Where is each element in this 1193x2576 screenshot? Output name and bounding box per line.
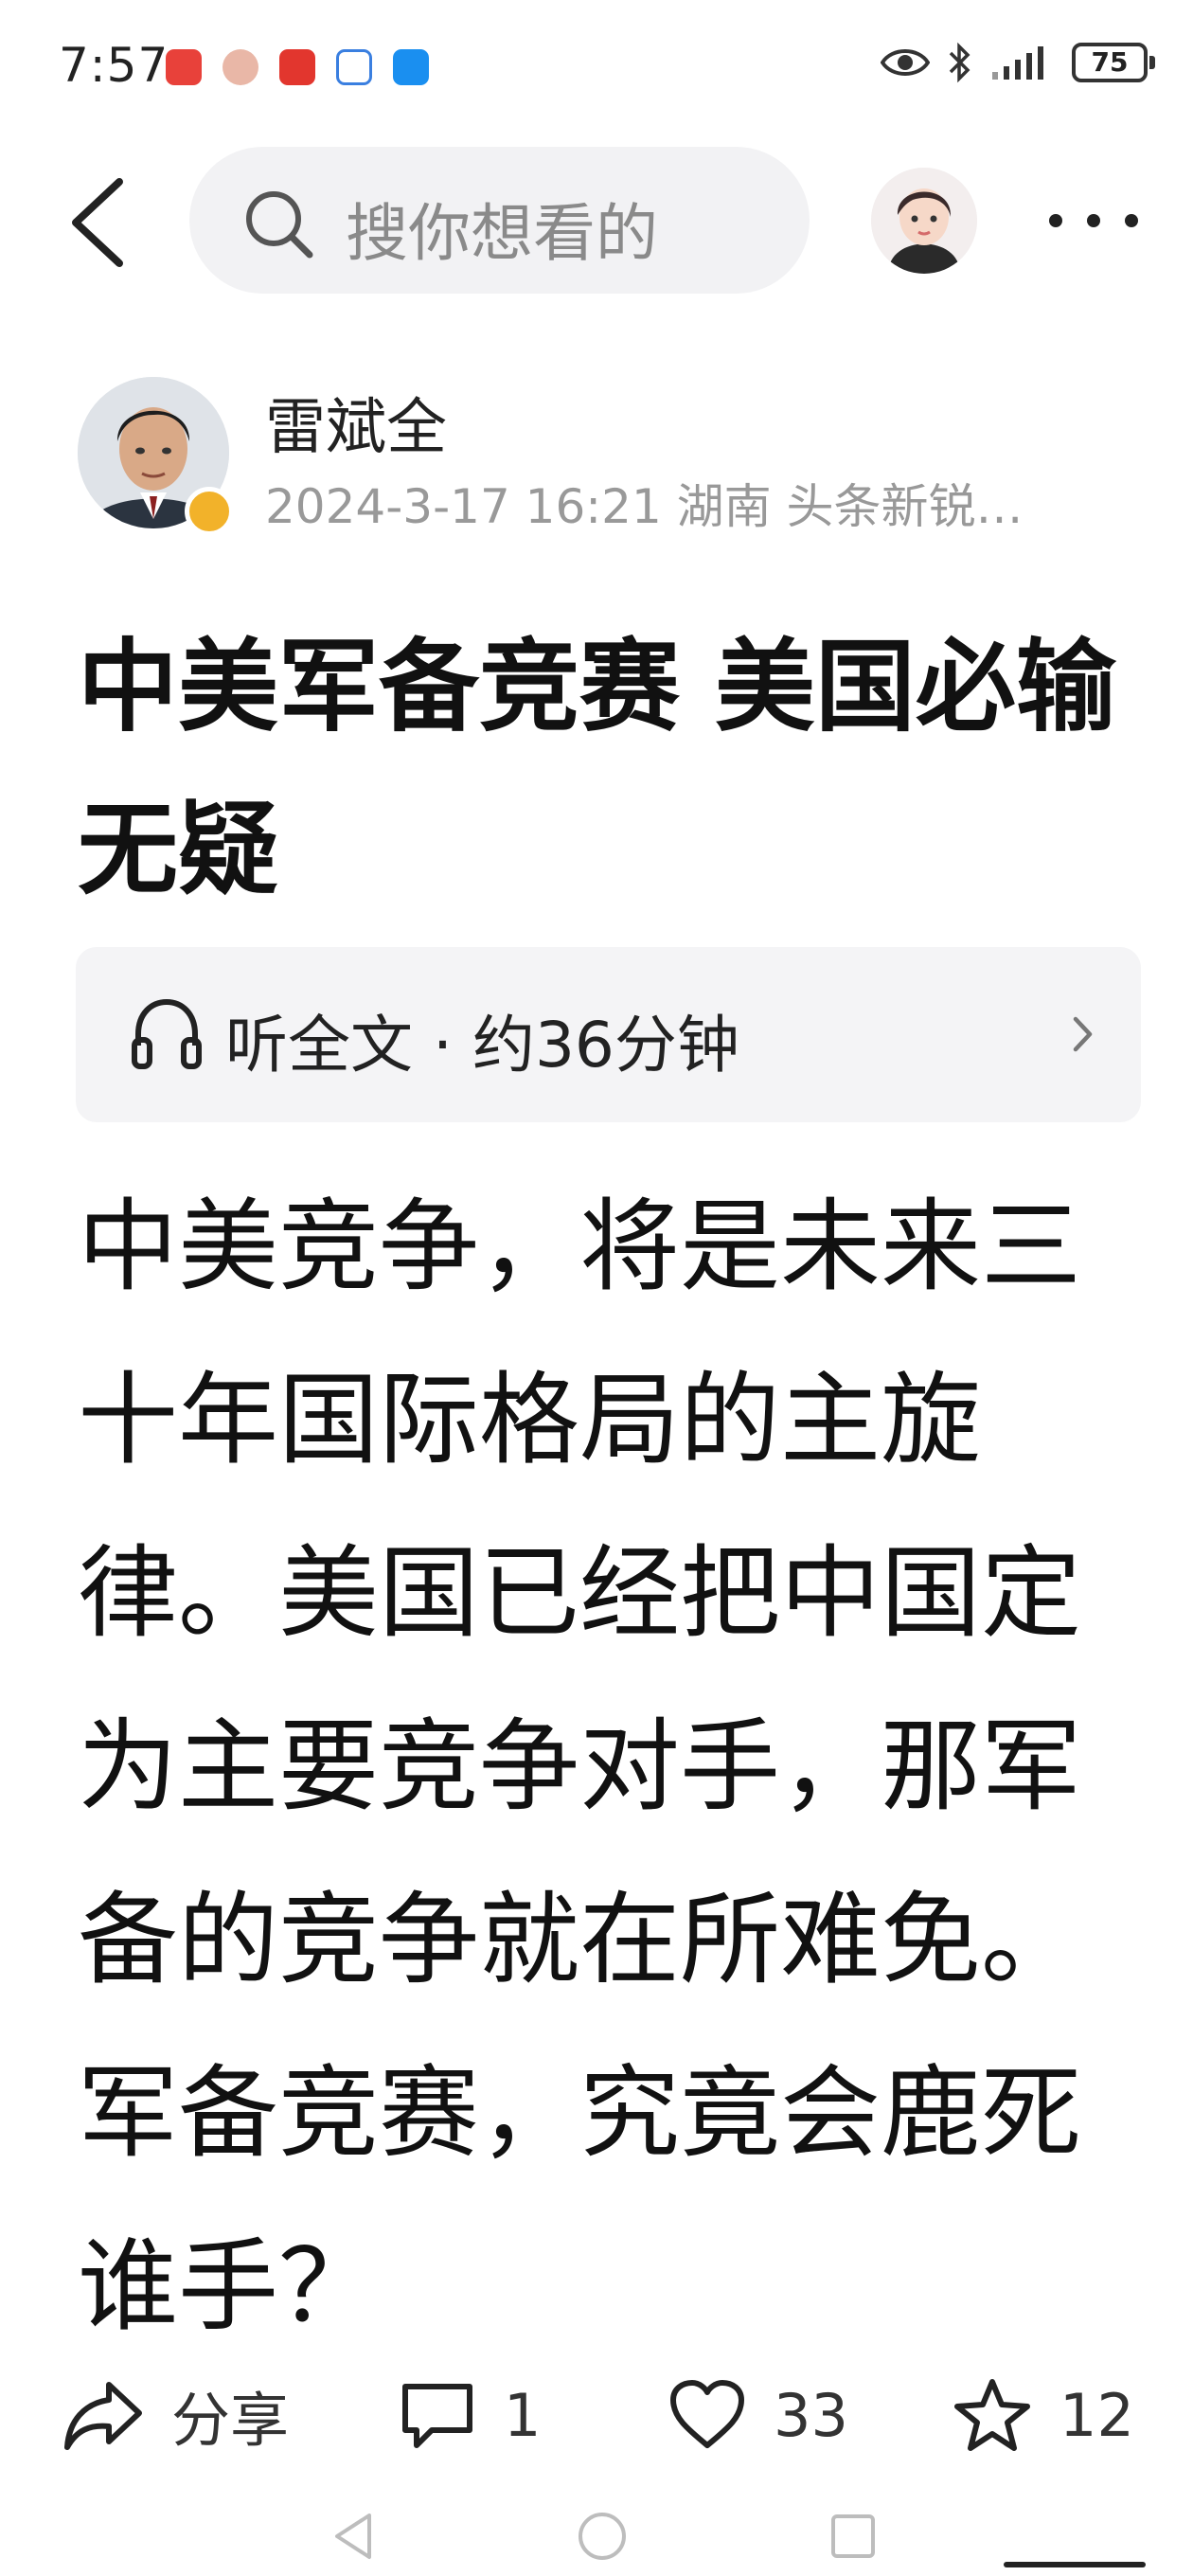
chevron-right-icon xyxy=(1073,1016,1093,1052)
favorite-count: 12 xyxy=(1059,2380,1134,2450)
search-icon xyxy=(246,191,313,259)
home-indicator[interactable] xyxy=(1004,2562,1146,2567)
user-avatar-image xyxy=(871,168,977,274)
headphone-icon xyxy=(132,998,202,1069)
status-bar: 7:57 75 xyxy=(0,0,1193,142)
heart-icon xyxy=(670,2380,744,2448)
comment-icon xyxy=(402,2384,472,2448)
more-button[interactable] xyxy=(1042,188,1146,254)
triangle-back-icon xyxy=(335,2513,371,2559)
system-home-button[interactable] xyxy=(576,2510,629,2567)
top-nav: 搜你想看的 xyxy=(0,142,1193,303)
red-app-icon xyxy=(279,49,315,85)
article-title: 中美军备竞赛 美国必输无疑 xyxy=(78,629,1116,908)
comment-button[interactable]: 1 xyxy=(398,2349,541,2481)
share-icon xyxy=(64,2382,142,2450)
circle-home-icon xyxy=(579,2513,626,2560)
search-placeholder: 搜你想看的 xyxy=(346,197,658,270)
like-count: 33 xyxy=(774,2380,848,2450)
search-input[interactable]: 搜你想看的 xyxy=(189,147,810,294)
verified-badge-icon xyxy=(185,487,234,536)
favorite-button[interactable]: 12 xyxy=(952,2349,1134,2481)
like-button[interactable]: 33 xyxy=(668,2349,848,2481)
back-arrow-icon xyxy=(72,178,123,267)
listen-label: 听全文 · 约36分钟 xyxy=(225,1009,739,1082)
blue-app-icon xyxy=(336,49,372,85)
eye-icon xyxy=(881,49,930,76)
comment-count: 1 xyxy=(504,2380,542,2450)
author-name[interactable]: 雷斌全 xyxy=(265,379,447,466)
status-indicators: 75 xyxy=(881,42,1155,83)
notification-app-icons xyxy=(166,49,429,85)
avatar-app-icon xyxy=(223,49,258,85)
more-dots-icon xyxy=(1049,214,1138,227)
system-back-button[interactable] xyxy=(331,2510,375,2567)
post-meta: 2024-3-17 16:21 湖南 头条新锐… xyxy=(265,479,1024,534)
article-body: 中美竞争，将是未来三十年国际格局的主旋律。美国已经把中国定为主要竞争对手，那军备… xyxy=(78,1189,1081,2345)
signal-icon xyxy=(992,46,1043,80)
share-button[interactable]: 分享 xyxy=(62,2349,289,2481)
square-recents-icon xyxy=(831,2514,875,2558)
system-recents-button[interactable] xyxy=(828,2512,878,2565)
star-icon xyxy=(954,2379,1030,2451)
listen-full-text-button[interactable]: 听全文 · 约36分钟 xyxy=(76,947,1141,1122)
back-button[interactable] xyxy=(57,170,142,275)
share-label: 分享 xyxy=(171,2386,290,2455)
status-time: 7:57 xyxy=(59,38,169,93)
battery-indicator: 75 xyxy=(1072,43,1155,82)
action-bar: 分享 1 33 12 xyxy=(0,2349,1193,2481)
search-app-icon xyxy=(393,49,429,85)
bluetooth-icon xyxy=(949,42,970,83)
huawei-app-icon xyxy=(166,49,202,85)
user-avatar[interactable] xyxy=(871,168,977,274)
